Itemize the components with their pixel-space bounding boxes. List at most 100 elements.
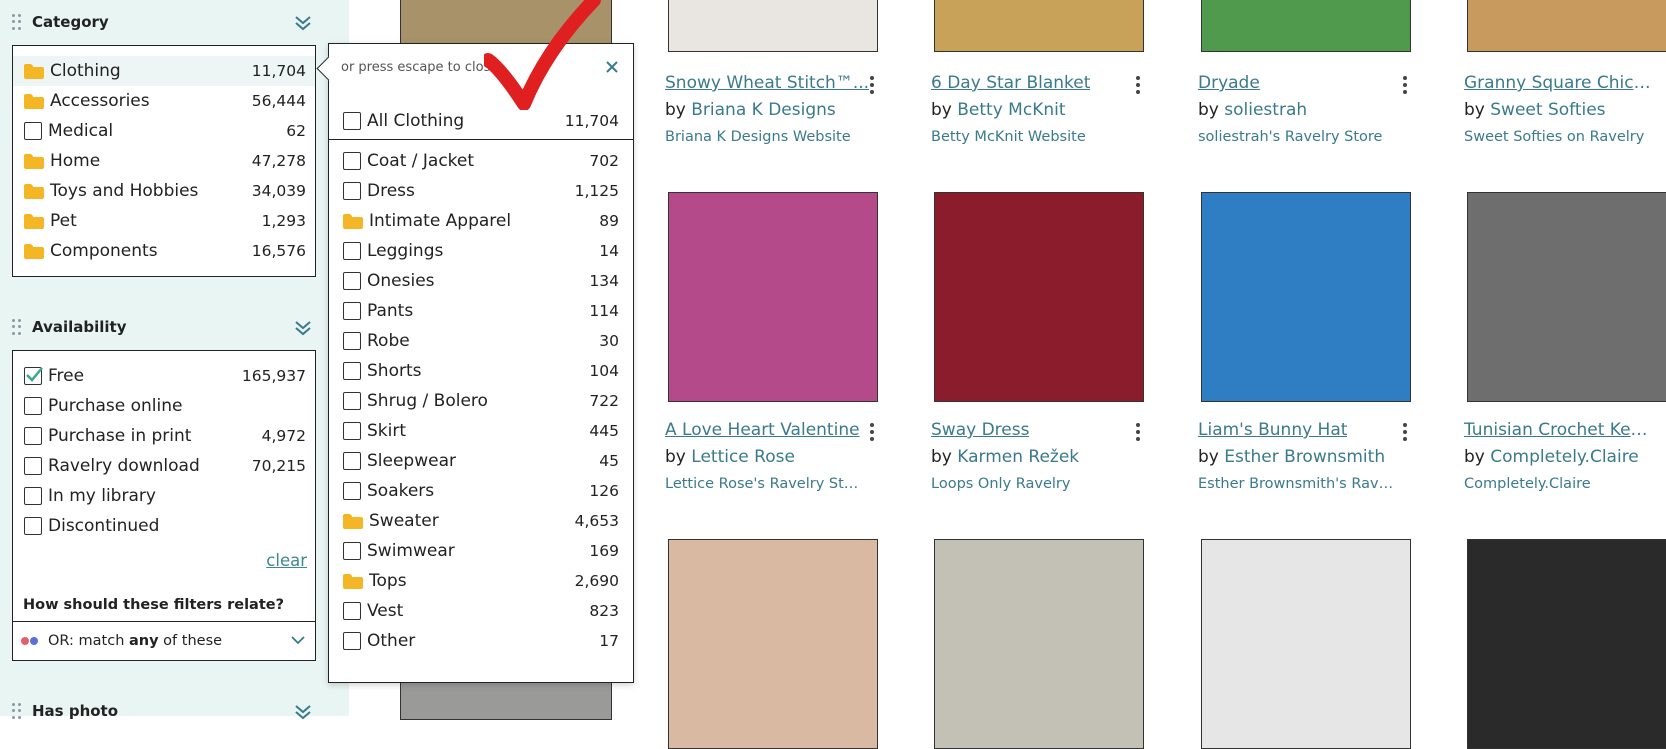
- popup-item-dress[interactable]: Dress 1,125: [329, 176, 633, 206]
- checkbox[interactable]: [343, 111, 361, 130]
- pattern-source-link[interactable]: Esther Brownsmith's Rave...: [1198, 476, 1398, 492]
- checkbox[interactable]: [24, 427, 42, 445]
- popup-item-swimwear[interactable]: Swimwear 169: [329, 536, 633, 566]
- pattern-title-link[interactable]: 6 Day Star Blanket: [931, 73, 1090, 93]
- popup-item-sweater[interactable]: Sweater 4,653: [329, 506, 633, 536]
- checkbox[interactable]: [343, 542, 361, 560]
- popup-item-onesies[interactable]: Onesies 134: [329, 266, 633, 296]
- checkbox[interactable]: [24, 517, 42, 535]
- more-options-icon[interactable]: [1402, 423, 1408, 441]
- checkbox[interactable]: [24, 487, 42, 505]
- popup-item-leggings[interactable]: Leggings 14: [329, 236, 633, 266]
- designer-link[interactable]: Sweet Softies: [1490, 100, 1605, 120]
- popup-item-coat-jacket[interactable]: Coat / Jacket 702: [329, 146, 633, 176]
- pattern-title-link[interactable]: Granny Square Chicken: [1464, 73, 1654, 93]
- checkbox[interactable]: [343, 242, 361, 260]
- checkbox[interactable]: [343, 272, 361, 290]
- pattern-thumbnail[interactable]: [1467, 192, 1666, 402]
- popup-item-pants[interactable]: Pants 114: [329, 296, 633, 326]
- close-icon[interactable]: [603, 58, 621, 76]
- pattern-source-link[interactable]: Completely.Claire: [1464, 476, 1591, 492]
- category-item-home[interactable]: Home 47,278: [13, 146, 315, 176]
- double-chevron-down-icon[interactable]: [294, 14, 312, 32]
- popup-item-shorts[interactable]: Shorts 104: [329, 356, 633, 386]
- availability-item-discontinued[interactable]: Discontinued: [13, 511, 315, 541]
- pattern-source-link[interactable]: Loops Only Ravelry: [931, 476, 1070, 492]
- pattern-thumbnail[interactable]: [1467, 539, 1666, 749]
- double-chevron-down-icon[interactable]: [294, 319, 312, 337]
- popup-item-shrug-bolero[interactable]: Shrug / Bolero 722: [329, 386, 633, 416]
- more-options-icon[interactable]: [869, 423, 875, 441]
- popup-item-sleepwear[interactable]: Sleepwear 45: [329, 446, 633, 476]
- pattern-title-link[interactable]: Tunisian Crochet Key...: [1464, 420, 1654, 440]
- designer-link[interactable]: Karmen Režek: [957, 447, 1079, 467]
- availability-item-in-my-library[interactable]: In my library: [13, 481, 315, 511]
- pattern-thumbnail[interactable]: [1201, 192, 1411, 402]
- more-options-icon[interactable]: [1135, 76, 1141, 94]
- pattern-thumbnail[interactable]: [668, 192, 878, 402]
- double-chevron-down-icon[interactable]: [294, 703, 312, 721]
- pattern-source-link[interactable]: Briana K Designs Website: [665, 129, 851, 145]
- checkbox[interactable]: [343, 302, 361, 320]
- availability-header[interactable]: Availability: [12, 316, 312, 338]
- category-item-clothing[interactable]: Clothing 11,704: [13, 56, 315, 86]
- more-options-icon[interactable]: [1402, 76, 1408, 94]
- category-item-accessories[interactable]: Accessories 56,444: [13, 86, 315, 116]
- pattern-thumbnail[interactable]: [1201, 539, 1411, 749]
- more-options-icon[interactable]: [1135, 423, 1141, 441]
- checkbox[interactable]: [24, 457, 42, 475]
- checkbox[interactable]: [343, 332, 361, 350]
- partial-thumbnail-bottom[interactable]: [400, 680, 612, 720]
- checkbox[interactable]: [343, 632, 361, 650]
- checkbox[interactable]: [24, 122, 42, 140]
- filter-relation-select[interactable]: OR: match any of these: [13, 621, 315, 659]
- checkbox[interactable]: [343, 482, 361, 500]
- checkbox[interactable]: [343, 452, 361, 470]
- checkbox[interactable]: [343, 602, 361, 620]
- popup-item-robe[interactable]: Robe 30: [329, 326, 633, 356]
- pattern-thumbnail[interactable]: [668, 0, 878, 52]
- checkbox[interactable]: [343, 422, 361, 440]
- designer-link[interactable]: Betty McKnit: [957, 100, 1065, 120]
- checkbox-checked[interactable]: [24, 367, 43, 385]
- category-item-toys-and-hobbies[interactable]: Toys and Hobbies 34,039: [13, 176, 315, 206]
- availability-item-ravelry-download[interactable]: Ravelry download 70,215: [13, 451, 315, 481]
- checkbox[interactable]: [343, 362, 361, 380]
- pattern-title-link[interactable]: Snowy Wheat Stitch™...: [665, 73, 869, 93]
- pattern-source-link[interactable]: Betty McKnit Website: [931, 129, 1086, 145]
- drag-handle-icon[interactable]: [12, 14, 22, 30]
- pattern-thumbnail[interactable]: [934, 192, 1144, 402]
- drag-handle-icon[interactable]: [12, 319, 22, 335]
- drag-handle-icon[interactable]: [12, 703, 22, 719]
- pattern-title-link[interactable]: Liam's Bunny Hat: [1198, 420, 1347, 440]
- clear-link[interactable]: clear: [266, 551, 307, 570]
- pattern-thumbnail[interactable]: [1467, 0, 1666, 52]
- pattern-thumbnail[interactable]: [934, 539, 1144, 749]
- pattern-title-link[interactable]: A Love Heart Valentine: [665, 420, 860, 440]
- popup-item-skirt[interactable]: Skirt 445: [329, 416, 633, 446]
- category-item-pet[interactable]: Pet 1,293: [13, 206, 315, 236]
- designer-link[interactable]: Briana K Designs: [691, 100, 836, 120]
- designer-link[interactable]: Completely.Claire: [1490, 447, 1639, 467]
- pattern-title-link[interactable]: Sway Dress: [931, 420, 1029, 440]
- designer-link[interactable]: Lettice Rose: [691, 447, 795, 467]
- popup-item-other[interactable]: Other 17: [329, 626, 633, 656]
- popup-item-soakers[interactable]: Soakers 126: [329, 476, 633, 506]
- category-header[interactable]: Category: [12, 11, 312, 33]
- checkbox[interactable]: [343, 182, 361, 200]
- category-item-medical[interactable]: Medical 62: [13, 116, 315, 146]
- category-item-components[interactable]: Components 16,576: [13, 236, 315, 266]
- pattern-source-link[interactable]: soliestrah's Ravelry Store: [1198, 129, 1382, 145]
- availability-item-purchase-in-print[interactable]: Purchase in print 4,972: [13, 421, 315, 451]
- designer-link[interactable]: Esther Brownsmith: [1224, 447, 1385, 467]
- pattern-thumbnail[interactable]: [1201, 0, 1411, 52]
- checkbox[interactable]: [343, 152, 361, 170]
- checkbox[interactable]: [343, 392, 361, 410]
- pattern-thumbnail[interactable]: [934, 0, 1144, 52]
- more-options-icon[interactable]: [869, 76, 875, 94]
- pattern-source-link[interactable]: Sweet Softies on Ravelry: [1464, 129, 1644, 145]
- availability-item-purchase-online[interactable]: Purchase online: [13, 391, 315, 421]
- pattern-source-link[interactable]: Lettice Rose's Ravelry Store: [665, 476, 865, 492]
- pattern-title-link[interactable]: Dryade: [1198, 73, 1260, 93]
- has-photo-header[interactable]: Has photo: [12, 700, 312, 722]
